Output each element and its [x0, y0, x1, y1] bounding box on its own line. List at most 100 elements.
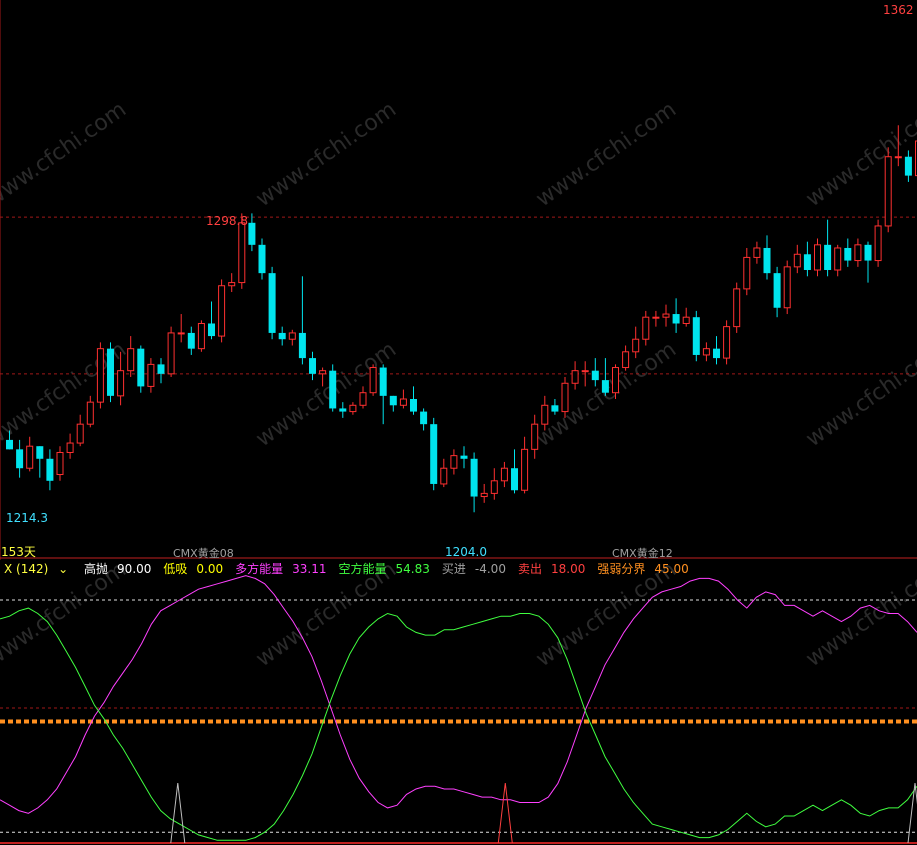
- watermark-text: www.cfchi.com: [532, 337, 681, 452]
- candlestick-series: [6, 125, 917, 513]
- indicator-item-label: 强弱分界: [597, 562, 646, 576]
- candle-body: [167, 332, 175, 375]
- indicator-name-dropdown[interactable]: X (142) ⌄: [4, 562, 78, 576]
- candle-body: [642, 316, 650, 340]
- candle-body: [904, 156, 912, 176]
- candle-body: [460, 455, 468, 459]
- candle-body: [672, 314, 680, 324]
- candle-body: [733, 288, 741, 328]
- indicator-item-0: 高抛 90.00: [84, 562, 157, 576]
- watermark-text: www.cfchi.com: [532, 97, 681, 212]
- candle-body: [309, 358, 316, 374]
- indicator-item-6: 强弱分界 45.00: [597, 562, 694, 576]
- candle-body: [187, 332, 195, 349]
- candle-body: [834, 247, 842, 271]
- candle-body: [359, 392, 367, 406]
- candle-body: [723, 326, 731, 359]
- chevron-down-icon: ⌄: [58, 562, 69, 576]
- candle-body: [56, 451, 64, 476]
- indicator-item-label: 多方能量: [235, 562, 284, 576]
- candle-body: [46, 458, 54, 481]
- indicator-item-label: 空方能量: [338, 562, 387, 576]
- watermark-text: www.cfchi.com: [252, 97, 401, 212]
- indicator-item-label: 高抛: [84, 562, 109, 576]
- candle-body: [440, 467, 448, 485]
- candle-body: [208, 323, 215, 337]
- candle-body: [258, 244, 266, 274]
- candle-body: [268, 273, 276, 333]
- indicator-name: X (142): [4, 562, 49, 576]
- indicator-panel: [0, 575, 917, 844]
- indicator-item-value: 90.00: [117, 562, 152, 576]
- candle-body: [814, 244, 821, 271]
- indicator-item-5: 卖出 18.00: [518, 562, 591, 576]
- candle-body: [470, 458, 478, 497]
- line-bull-energy: [0, 575, 917, 814]
- indicator-item-value: 33.11: [292, 562, 327, 576]
- candle-body: [581, 370, 589, 373]
- signal-spike: [497, 782, 513, 844]
- candle-body: [420, 411, 428, 425]
- candle-body: [6, 439, 13, 450]
- candle-body: [107, 348, 114, 396]
- candle-body: [561, 382, 569, 413]
- candle-body: [713, 348, 720, 359]
- candle-body: [228, 282, 236, 287]
- candle-body: [874, 225, 882, 262]
- candle-body: [864, 244, 872, 261]
- candle-body: [278, 332, 286, 340]
- candle-body: [763, 247, 771, 274]
- candle-body: [500, 467, 508, 482]
- candle-body: [743, 256, 751, 290]
- candle-body: [541, 404, 549, 425]
- candle-body: [702, 348, 710, 356]
- watermark-text: www.cfchi.com: [802, 97, 917, 212]
- candle-body: [137, 348, 145, 387]
- candle-body: [480, 492, 488, 498]
- contract-label-08: CMX黄金08: [173, 547, 234, 560]
- candle-body: [127, 348, 135, 372]
- candle-body: [238, 222, 246, 284]
- candle-body: [86, 401, 94, 425]
- price-high-label: 1362: [883, 3, 914, 17]
- candle-body: [96, 348, 104, 403]
- candle-body: [430, 424, 438, 484]
- candle-body: [824, 244, 832, 270]
- candle-body: [248, 222, 256, 245]
- candle-body: [218, 285, 226, 337]
- candle-body: [551, 405, 559, 412]
- candle-body: [591, 370, 599, 381]
- indicator-item-label: 低吸: [163, 562, 188, 576]
- candle-body: [36, 446, 44, 459]
- days-label: 153天: [1, 545, 36, 559]
- candle-body: [612, 367, 619, 394]
- indicator-item-value: 0.00: [196, 562, 224, 576]
- indicator-item-value: 54.83: [395, 562, 430, 576]
- watermark-text: www.cfchi.com: [802, 337, 917, 452]
- candle-body: [450, 455, 458, 469]
- watermark-text: www.cfchi.com: [252, 337, 401, 452]
- indicator-item-value: -4.00: [474, 562, 506, 576]
- candle-body: [157, 364, 165, 374]
- candle-body: [177, 332, 185, 335]
- candle-body: [379, 367, 387, 396]
- candle-body: [773, 273, 781, 308]
- indicator-item-label: 卖出: [517, 562, 542, 576]
- indicator-item-label: 买进: [441, 562, 466, 576]
- candle-body: [844, 247, 852, 261]
- indicator-values: 高抛 90.00 低吸 0.00 多方能量 33.11 空方能量 54.83 买进 -4.00 卖出…: [84, 562, 701, 576]
- price-low-left-label: 1214.3: [6, 511, 48, 525]
- candle-body: [490, 480, 498, 494]
- candle-body: [662, 313, 670, 318]
- candle-body: [571, 370, 579, 384]
- main-chart: www.cfchi.com www.cfchi.com www.cfchi.com w…: [0, 0, 917, 844]
- candle-body: [783, 266, 791, 309]
- candle-body: [147, 363, 155, 387]
- watermark-text: www.cfchi.com: [0, 97, 131, 212]
- candle-body: [803, 254, 811, 270]
- candle-body: [197, 322, 205, 350]
- candle-body: [66, 442, 74, 453]
- indicator-item-3: 空方能量 54.83: [339, 562, 436, 576]
- indicator-item-1: 低吸 0.00: [163, 562, 229, 576]
- candle-body: [854, 244, 862, 262]
